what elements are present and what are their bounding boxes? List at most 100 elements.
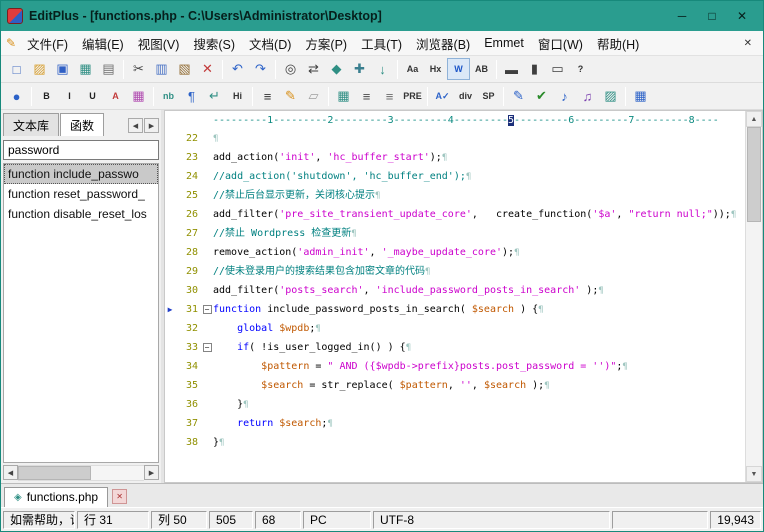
code-line[interactable]: 33− if( !is_user_logged_in() ) {¶ bbox=[165, 338, 745, 357]
italic-button[interactable]: I bbox=[58, 85, 81, 107]
save-all-button[interactable]: ▦ bbox=[74, 58, 97, 80]
save-button[interactable]: ▣ bbox=[51, 58, 74, 80]
code-line[interactable]: 34 $pattern = " AND ({$wpdb->prefix}post… bbox=[165, 357, 745, 376]
title-bar[interactable]: EditPlus - [functions.php - C:\Users\Adm… bbox=[1, 1, 763, 31]
code-line[interactable]: 36 }¶ bbox=[165, 395, 745, 414]
menu-item[interactable]: 编辑(E) bbox=[75, 31, 131, 56]
menu-item[interactable]: 窗口(W) bbox=[531, 31, 590, 56]
new-file-button[interactable]: □ bbox=[5, 58, 28, 80]
function-list-item[interactable]: function disable_reset_los bbox=[4, 204, 158, 224]
list-button[interactable]: ≡ bbox=[256, 85, 279, 107]
tab-cliptext[interactable]: 文本库 bbox=[3, 113, 60, 136]
fold-toggle[interactable]: − bbox=[201, 300, 213, 319]
split-horizontal-button[interactable]: ▬ bbox=[500, 58, 523, 80]
edit-document-button[interactable]: ✎ bbox=[507, 85, 530, 107]
menu-item[interactable]: 搜索(S) bbox=[186, 31, 242, 56]
pilcrow-button[interactable]: ¶ bbox=[180, 85, 203, 107]
collapse-icon[interactable]: − bbox=[202, 305, 212, 314]
scroll-right-arrow-icon[interactable]: ▶ bbox=[144, 465, 159, 480]
code-line[interactable]: 38}¶ bbox=[165, 433, 745, 452]
heading-button[interactable]: Hi bbox=[226, 85, 249, 107]
image-button[interactable]: ▨ bbox=[599, 85, 622, 107]
line-break-button[interactable]: ↵ bbox=[203, 85, 226, 107]
bookmark-button[interactable]: ◆ bbox=[325, 58, 348, 80]
scroll-down-arrow-icon[interactable]: ▼ bbox=[746, 466, 762, 482]
code-line[interactable]: 24 //add_action('shutdown', 'hc_buffer_en… bbox=[165, 167, 745, 186]
code-line[interactable]: 29 //使未登录用户的搜索结果包含加密文章的代码¶ bbox=[165, 262, 745, 281]
code-line[interactable]: 27 //禁止 Wordpress 检查更新¶ bbox=[165, 224, 745, 243]
bold-button[interactable]: B bbox=[35, 85, 58, 107]
column-select-button[interactable]: AB bbox=[470, 58, 493, 80]
code-line[interactable]: 22 ¶ bbox=[165, 129, 745, 148]
function-filter-input[interactable] bbox=[3, 140, 159, 160]
div-tag-button[interactable]: div bbox=[454, 85, 477, 107]
delete-button[interactable]: ✕ bbox=[196, 58, 219, 80]
validate-button[interactable]: ✔ bbox=[530, 85, 553, 107]
full-screen-button[interactable]: ▭ bbox=[546, 58, 569, 80]
menu-item[interactable]: Emmet bbox=[477, 33, 531, 53]
undo-button[interactable]: ↶ bbox=[226, 58, 249, 80]
media-button[interactable]: ♫ bbox=[576, 85, 599, 107]
tab-functions[interactable]: 函数 bbox=[60, 113, 105, 136]
menu-item[interactable]: 方案(P) bbox=[298, 31, 354, 56]
music-button[interactable]: ♪ bbox=[553, 85, 576, 107]
menu-item[interactable]: 文件(F) bbox=[20, 31, 75, 56]
open-file-button[interactable]: ▨ bbox=[28, 58, 51, 80]
function-list-item[interactable]: function include_passwo bbox=[4, 164, 158, 184]
code-line[interactable]: 37 return $search;¶ bbox=[165, 414, 745, 433]
table-button[interactable]: ▦ bbox=[332, 85, 355, 107]
scroll-up-arrow-icon[interactable]: ▲ bbox=[746, 111, 762, 127]
nbsp-button[interactable]: nb bbox=[157, 85, 180, 107]
redo-button[interactable]: ↷ bbox=[249, 58, 272, 80]
sidebar-horizontal-scrollbar[interactable]: ◀ ▶ bbox=[3, 465, 159, 481]
cut-button[interactable]: ✂ bbox=[127, 58, 150, 80]
minimize-button[interactable]: ─ bbox=[667, 5, 697, 27]
hex-view-button[interactable]: Hx bbox=[424, 58, 447, 80]
align-left-button[interactable]: ≡ bbox=[355, 85, 378, 107]
print-button[interactable]: ▤ bbox=[97, 58, 120, 80]
editor-vertical-scrollbar[interactable]: ▲ ▼ bbox=[745, 111, 762, 482]
tab-functions-php[interactable]: ◈ functions.php bbox=[4, 487, 109, 507]
replace-button[interactable]: ⇄ bbox=[302, 58, 325, 80]
code-line[interactable]: 26 add_filter('pre_site_transient_update_… bbox=[165, 205, 745, 224]
word-wrap-button[interactable]: W bbox=[447, 58, 470, 80]
code-line[interactable]: 32 global $wpdb;¶ bbox=[165, 319, 745, 338]
underline-button[interactable]: U bbox=[81, 85, 104, 107]
code-line[interactable]: 28 remove_action('admin_init', '_maybe_up… bbox=[165, 243, 745, 262]
pre-tag-button[interactable]: PRE bbox=[401, 85, 424, 107]
copy-button[interactable]: ▥ bbox=[150, 58, 173, 80]
code-line[interactable]: 25 //禁止后台显示更新，关闭核心提示¶ bbox=[165, 186, 745, 205]
code-area[interactable]: 22 ¶ 23 add_action('init', 'hc_buffer_start… bbox=[165, 129, 745, 482]
menu-item[interactable]: 帮助(H) bbox=[590, 31, 646, 56]
anchor-button[interactable]: ✚ bbox=[348, 58, 371, 80]
menu-item[interactable]: 文档(D) bbox=[242, 31, 298, 56]
fold-toggle[interactable]: − bbox=[201, 338, 213, 357]
browser-preview-button[interactable]: ● bbox=[5, 85, 28, 107]
spell-check-button[interactable]: A✓ bbox=[431, 85, 454, 107]
function-list-item[interactable]: function reset_password_ bbox=[4, 184, 158, 204]
scroll-left-arrow-icon[interactable]: ◀ bbox=[3, 465, 18, 480]
close-button[interactable]: ✕ bbox=[727, 5, 757, 27]
compose-button[interactable]: ✎ bbox=[279, 85, 302, 107]
eraser-button[interactable]: ▱ bbox=[302, 85, 325, 107]
menu-item[interactable]: 浏览器(B) bbox=[409, 31, 477, 56]
find-button[interactable]: ◎ bbox=[279, 58, 302, 80]
menu-item[interactable]: 工具(T) bbox=[354, 31, 409, 56]
context-help-button[interactable]: ? bbox=[569, 58, 592, 80]
menu-item[interactable]: 视图(V) bbox=[131, 31, 187, 56]
split-vertical-button[interactable]: ▮ bbox=[523, 58, 546, 80]
tab-scroll-right-button[interactable]: ▶ bbox=[144, 118, 159, 133]
span-tag-button[interactable]: SP bbox=[477, 85, 500, 107]
scrollbar-thumb[interactable] bbox=[18, 466, 92, 480]
font-color-button[interactable]: A bbox=[104, 85, 127, 107]
goto-line-button[interactable]: ↓ bbox=[371, 58, 394, 80]
align-center-button[interactable]: ≡ bbox=[378, 85, 401, 107]
scrollbar-track[interactable] bbox=[746, 222, 762, 466]
tab-close-button[interactable]: ✕ bbox=[112, 489, 128, 504]
code-line[interactable]: ▶ 31− function include_password_posts_in_s… bbox=[165, 300, 745, 319]
code-line[interactable]: 30 add_filter('posts_search', 'include_pa… bbox=[165, 281, 745, 300]
scrollbar-thumb[interactable] bbox=[747, 127, 761, 222]
code-line[interactable]: 23 add_action('init', 'hc_buffer_start');… bbox=[165, 148, 745, 167]
scrollbar-track[interactable] bbox=[18, 465, 144, 481]
paste-button[interactable]: ▧ bbox=[173, 58, 196, 80]
